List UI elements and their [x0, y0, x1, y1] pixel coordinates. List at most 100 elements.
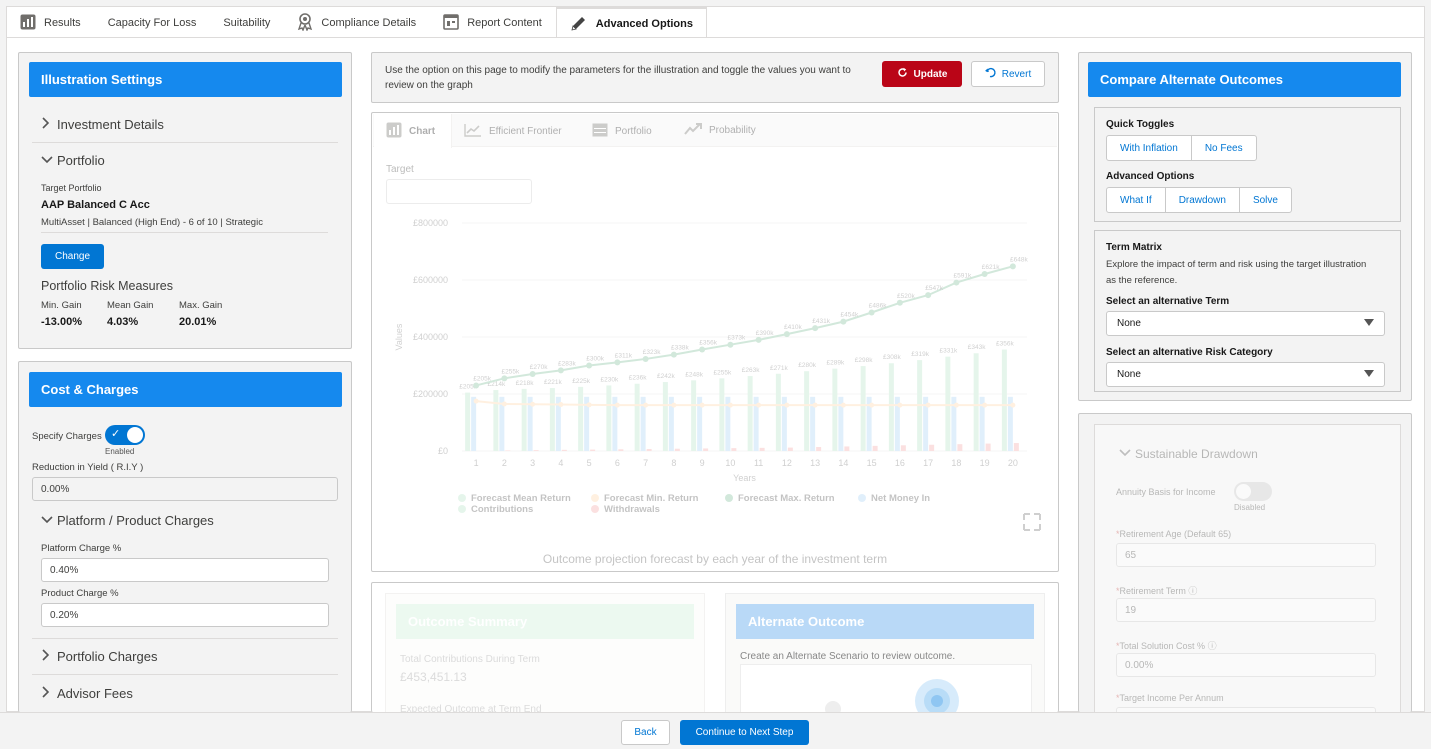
max-return-point: [586, 362, 593, 369]
tab-suitability[interactable]: Suitability: [210, 7, 284, 39]
min-return-point: [1010, 402, 1016, 408]
x-tick-label: 18: [951, 458, 961, 468]
max-data-label: £621k: [982, 264, 1000, 271]
mean-data-label: £230k: [601, 376, 619, 383]
retirement-age-input[interactable]: 65: [1116, 543, 1376, 567]
tab-label: Advanced Options: [595, 18, 693, 30]
quick-toggles-group: With Inflation No Fees: [1106, 135, 1257, 161]
update-button[interactable]: Update: [882, 61, 962, 87]
withdrawals-bar: [1013, 443, 1019, 451]
y-tick-label: £0: [438, 446, 448, 456]
mean-data-label: £319k: [911, 351, 929, 358]
section-label: Sustainable Drawdown: [1135, 447, 1258, 461]
alt-term-label: Select an alternative Term: [1106, 296, 1230, 307]
alt-term-select[interactable]: None: [1106, 311, 1385, 336]
revert-label: Revert: [1001, 68, 1032, 80]
min-return-point: [614, 402, 620, 408]
advisor-fees-section[interactable]: Advisor Fees: [41, 686, 133, 701]
x-tick-label: 7: [643, 458, 648, 468]
tab-label: Report Content: [467, 17, 542, 29]
max-return-point: [501, 375, 508, 382]
with-inflation-button[interactable]: With Inflation: [1107, 136, 1192, 160]
total-cost-input[interactable]: 0.00%: [1116, 653, 1376, 677]
bar-chart-icon: [386, 122, 402, 141]
chart-tab-label: Probability: [709, 125, 756, 136]
notice-text: Use the option on this page to modify th…: [385, 65, 851, 91]
y-tick-label: £200000: [413, 389, 448, 399]
toggle-state-label: Enabled: [105, 447, 135, 456]
withdrawals-bar: [929, 444, 935, 451]
mean-return-bar: [860, 366, 866, 451]
legend-marker: [458, 494, 466, 502]
revert-button[interactable]: Revert: [971, 61, 1045, 87]
retirement-term-input[interactable]: 19: [1116, 598, 1376, 622]
x-tick-label: 4: [558, 458, 563, 468]
target-input[interactable]: [386, 179, 532, 204]
chevron-down-icon: [1119, 447, 1135, 461]
chart-tab-portfolio[interactable]: Portfolio: [592, 123, 652, 140]
mean-return-bar: [719, 378, 725, 451]
mean-return-bar: [634, 383, 640, 451]
mean-return-bar: [493, 390, 499, 451]
no-fees-button[interactable]: No Fees: [1192, 136, 1256, 160]
annuity-basis-toggle[interactable]: [1234, 482, 1272, 501]
tab-capacity-for-loss[interactable]: Capacity For Loss: [95, 7, 211, 39]
max-return-point: [642, 355, 649, 362]
legend-label: Forecast Mean Return: [471, 493, 571, 504]
platform-product-charges-section[interactable]: Platform / Product Charges: [41, 513, 214, 528]
continue-button[interactable]: Continue to Next Step: [680, 720, 809, 745]
mean-data-label: £236k: [629, 375, 647, 382]
tab-report-content[interactable]: Report Content: [430, 7, 556, 39]
section-label: Platform / Product Charges: [57, 513, 214, 528]
expand-icon[interactable]: [1023, 513, 1041, 531]
x-tick-label: 8: [671, 458, 676, 468]
chart-panel-content: Chart Efficient Frontier Portfolio Proba…: [372, 113, 1058, 571]
x-tick-label: 1: [474, 458, 479, 468]
withdrawals-bar: [759, 447, 765, 451]
sustainable-drawdown-section[interactable]: Sustainable Drawdown: [1119, 447, 1258, 461]
mean-return-bar: [662, 382, 668, 451]
mean-return-bar: [578, 386, 584, 451]
tab-results[interactable]: Results: [7, 7, 95, 39]
max-data-label: £255k: [502, 368, 520, 375]
max-return-point: [925, 292, 932, 299]
platform-charge-input[interactable]: 0.40%: [41, 558, 329, 582]
mean-return-bar: [775, 373, 781, 451]
mean-gain-value: 4.03%: [107, 316, 139, 328]
mean-data-label: £218k: [516, 380, 534, 387]
change-portfolio-button[interactable]: Change: [41, 244, 104, 269]
tab-advanced-options[interactable]: Advanced Options: [555, 7, 707, 39]
back-button[interactable]: Back: [621, 720, 670, 745]
target-portfolio-label: Target Portfolio: [41, 183, 102, 193]
y-tick-label: £400000: [413, 332, 448, 342]
max-data-label: £591k: [954, 273, 972, 280]
product-charge-input[interactable]: 0.20%: [41, 603, 329, 627]
footer-bar: Back Continue to Next Step: [0, 712, 1431, 749]
tab-compliance-details[interactable]: Compliance Details: [284, 7, 430, 39]
investment-details-section[interactable]: Investment Details: [41, 117, 164, 132]
solve-button[interactable]: Solve: [1240, 188, 1291, 212]
chart-tab-efficient-frontier[interactable]: Efficient Frontier: [464, 123, 562, 140]
alt-risk-select[interactable]: None: [1106, 362, 1385, 387]
divider: [32, 674, 338, 675]
chart-tab-label: Portfolio: [615, 126, 652, 137]
legend-label: Forecast Min. Return: [604, 493, 699, 504]
withdrawals-bar: [618, 449, 624, 451]
min-return-point: [982, 402, 988, 408]
alternate-outcome-card: Alternate Outcome Create an Alternate Sc…: [725, 593, 1045, 723]
divider: [32, 142, 338, 143]
min-return-point: [897, 402, 903, 408]
tab-label: Capacity For Loss: [107, 17, 197, 29]
portfolio-charges-section[interactable]: Portfolio Charges: [41, 649, 157, 664]
alt-term-value: None: [1117, 318, 1141, 329]
target-graphic-icon: [825, 679, 959, 723]
drawdown-button[interactable]: Drawdown: [1166, 188, 1240, 212]
specify-charges-toggle[interactable]: ✓: [105, 425, 145, 445]
chart-tab-probability[interactable]: Probability: [684, 123, 756, 138]
portfolio-section[interactable]: Portfolio: [41, 153, 105, 168]
what-if-button[interactable]: What If: [1107, 188, 1166, 212]
chart-tab-chart[interactable]: Chart: [374, 114, 452, 148]
max-return-point: [699, 346, 706, 353]
term-matrix-title: Term Matrix: [1106, 242, 1162, 253]
min-return-point: [558, 402, 564, 408]
